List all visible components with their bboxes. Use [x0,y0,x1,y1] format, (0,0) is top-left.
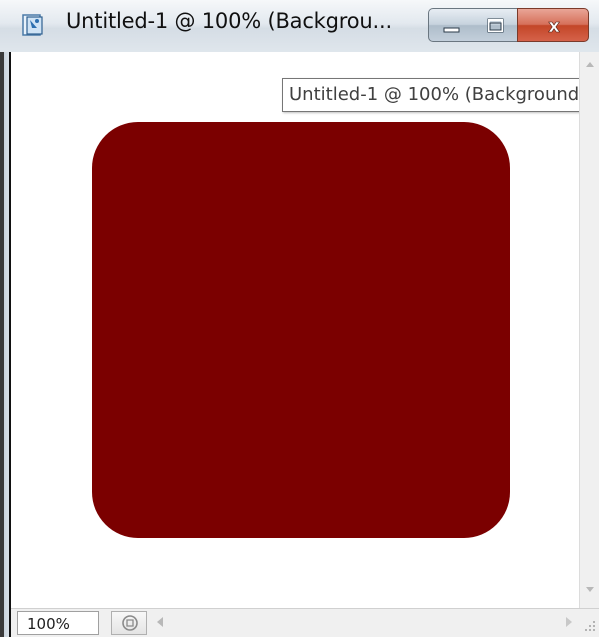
window-left-border [0,52,11,637]
zoom-level-field[interactable]: 100% [17,611,99,635]
document-canvas[interactable] [11,52,579,608]
vertical-scrollbar[interactable] [579,52,599,608]
close-icon: x [548,16,561,38]
maximize-button[interactable] [473,8,518,42]
tooltip-text: Untitled-1 @ 100% (Background [289,84,580,105]
photoshop-document-icon[interactable] [22,14,44,36]
document-info-button[interactable] [111,611,147,635]
scroll-down-arrow-icon[interactable] [585,586,595,594]
resize-grip-icon[interactable] [583,619,597,633]
status-bar: 100% [11,608,599,637]
document-info-icon [122,615,138,631]
close-button[interactable]: x [517,8,589,42]
minimize-icon [443,27,460,33]
document-window: Untitled-1 @ 100% (Backgrou... x Untitle… [0,0,599,637]
zoom-level-value: 100% [27,615,70,633]
title-tooltip: Untitled-1 @ 100% (Background [282,78,599,112]
scroll-up-arrow-icon[interactable] [585,60,595,68]
minimize-button[interactable] [428,8,474,42]
rounded-rectangle-shape[interactable] [92,122,510,538]
scroll-left-arrow-icon[interactable] [155,616,165,628]
window-title: Untitled-1 @ 100% (Backgrou... [66,9,392,33]
scroll-right-arrow-icon[interactable] [564,616,574,628]
title-bar[interactable]: Untitled-1 @ 100% (Backgrou... x [0,0,599,52]
maximize-icon [487,18,504,33]
close-label: x [548,16,560,37]
